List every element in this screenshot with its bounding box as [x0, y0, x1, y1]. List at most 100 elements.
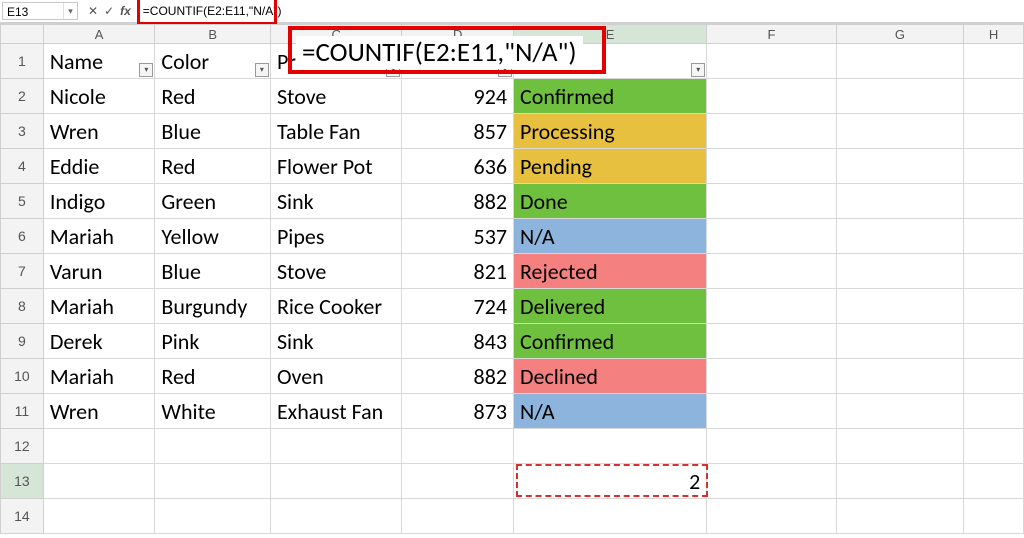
- cell-F2[interactable]: [707, 79, 837, 114]
- cell-E12[interactable]: [514, 429, 707, 464]
- cell-A11[interactable]: Wren: [44, 394, 156, 429]
- cell-F4[interactable]: [707, 149, 837, 184]
- cell-F7[interactable]: [707, 254, 837, 289]
- cell-D7[interactable]: 821: [402, 254, 514, 289]
- cell-B5[interactable]: Green: [155, 184, 271, 219]
- cell-H1[interactable]: [964, 44, 1024, 79]
- col-header-H[interactable]: H: [964, 24, 1024, 44]
- cell-E4[interactable]: Pending: [514, 149, 707, 184]
- formula-input[interactable]: =COUNTIF(E2:E11,"N/A"): [137, 0, 1024, 22]
- cell-H8[interactable]: [964, 289, 1024, 324]
- cell-C6[interactable]: Pipes: [271, 219, 402, 254]
- cell-B10[interactable]: Red: [155, 359, 271, 394]
- col-header-A[interactable]: A: [44, 24, 156, 44]
- cell-A2[interactable]: Nicole: [44, 79, 156, 114]
- cancel-formula-icon[interactable]: ✕: [88, 4, 98, 18]
- cell-H13[interactable]: [964, 464, 1024, 499]
- cell-H14[interactable]: [964, 499, 1024, 534]
- cell-B2[interactable]: Red: [155, 79, 271, 114]
- row-header-2[interactable]: 2: [0, 79, 44, 114]
- col-header-C[interactable]: C: [271, 24, 402, 44]
- row-header-6[interactable]: 6: [0, 219, 44, 254]
- col-header-G[interactable]: G: [837, 24, 965, 44]
- cell-H11[interactable]: [964, 394, 1024, 429]
- row-header-5[interactable]: 5: [0, 184, 44, 219]
- confirm-formula-icon[interactable]: ✓: [104, 4, 114, 18]
- cell-D9[interactable]: 843: [402, 324, 514, 359]
- cell-H2[interactable]: [964, 79, 1024, 114]
- cell-A4[interactable]: Eddie: [44, 149, 156, 184]
- cell-D10[interactable]: 882: [402, 359, 514, 394]
- row-header-1[interactable]: 1: [0, 44, 44, 79]
- cell-B8[interactable]: Burgundy: [155, 289, 271, 324]
- cell-E6[interactable]: N/A: [514, 219, 707, 254]
- cell-C12[interactable]: [271, 429, 402, 464]
- cell-F1[interactable]: [707, 44, 837, 79]
- cell-A14[interactable]: [44, 499, 156, 534]
- cell-A3[interactable]: Wren: [44, 114, 156, 149]
- cell-D14[interactable]: [402, 499, 514, 534]
- cell-B6[interactable]: Yellow: [155, 219, 271, 254]
- cell-H7[interactable]: [964, 254, 1024, 289]
- cell-E10[interactable]: Declined: [514, 359, 707, 394]
- col-header-D[interactable]: D: [402, 24, 514, 44]
- cell-G7[interactable]: [837, 254, 965, 289]
- cell-F12[interactable]: [707, 429, 837, 464]
- cell-B1[interactable]: Color▾: [155, 44, 271, 79]
- cell-G8[interactable]: [837, 289, 965, 324]
- cell-A12[interactable]: [44, 429, 156, 464]
- cell-E7[interactable]: Rejected: [514, 254, 707, 289]
- cell-E13[interactable]: 2: [514, 464, 707, 499]
- cell-G9[interactable]: [837, 324, 965, 359]
- cell-C10[interactable]: Oven: [271, 359, 402, 394]
- cell-A8[interactable]: Mariah: [44, 289, 156, 324]
- cell-C1[interactable]: Product▾: [271, 44, 402, 79]
- row-header-3[interactable]: 3: [0, 114, 44, 149]
- cell-E8[interactable]: Delivered: [514, 289, 707, 324]
- row-header-7[interactable]: 7: [0, 254, 44, 289]
- row-header-4[interactable]: 4: [0, 149, 44, 184]
- cell-B3[interactable]: Blue: [155, 114, 271, 149]
- cell-D4[interactable]: 636: [402, 149, 514, 184]
- col-header-B[interactable]: B: [155, 24, 271, 44]
- col-header-F[interactable]: F: [707, 24, 837, 44]
- cell-A7[interactable]: Varun: [44, 254, 156, 289]
- filter-dropdown-icon[interactable]: ▾: [386, 63, 400, 77]
- cell-D6[interactable]: 537: [402, 219, 514, 254]
- cell-E1[interactable]: Status▾: [514, 44, 707, 79]
- cell-F3[interactable]: [707, 114, 837, 149]
- cell-C11[interactable]: Exhaust Fan: [271, 394, 402, 429]
- cell-E5[interactable]: Done: [514, 184, 707, 219]
- row-header-9[interactable]: 9: [0, 324, 44, 359]
- cell-D8[interactable]: 724: [402, 289, 514, 324]
- row-header-14[interactable]: 14: [0, 499, 44, 534]
- cell-C5[interactable]: Sink: [271, 184, 402, 219]
- cell-A5[interactable]: Indigo: [44, 184, 156, 219]
- cell-H9[interactable]: [964, 324, 1024, 359]
- cell-D11[interactable]: 873: [402, 394, 514, 429]
- cell-G1[interactable]: [837, 44, 965, 79]
- cell-B11[interactable]: White: [155, 394, 271, 429]
- cell-G6[interactable]: [837, 219, 965, 254]
- cell-B14[interactable]: [155, 499, 271, 534]
- cell-H5[interactable]: [964, 184, 1024, 219]
- cell-C7[interactable]: Stove: [271, 254, 402, 289]
- row-header-12[interactable]: 12: [0, 429, 44, 464]
- cell-F9[interactable]: [707, 324, 837, 359]
- cell-A13[interactable]: [44, 464, 156, 499]
- cell-B7[interactable]: Blue: [155, 254, 271, 289]
- cell-G11[interactable]: [837, 394, 965, 429]
- cell-H12[interactable]: [964, 429, 1024, 464]
- cell-G10[interactable]: [837, 359, 965, 394]
- cell-G4[interactable]: [837, 149, 965, 184]
- cell-H6[interactable]: [964, 219, 1024, 254]
- cell-F11[interactable]: [707, 394, 837, 429]
- filter-dropdown-icon[interactable]: ▾: [691, 63, 705, 77]
- cell-A6[interactable]: Mariah: [44, 219, 156, 254]
- cell-G2[interactable]: [837, 79, 965, 114]
- cell-D13[interactable]: [402, 464, 514, 499]
- filter-dropdown-icon[interactable]: ▾: [255, 63, 269, 77]
- cell-E9[interactable]: Confirmed: [514, 324, 707, 359]
- cell-G3[interactable]: [837, 114, 965, 149]
- cell-H4[interactable]: [964, 149, 1024, 184]
